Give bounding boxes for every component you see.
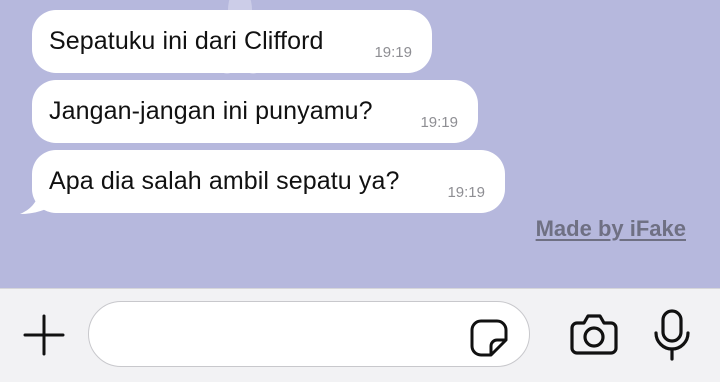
message-text: Apa dia salah ambil sepatu ya? <box>49 167 400 195</box>
message-bubble[interactable]: Jangan-jangan ini punyamu? 19:19 <box>32 80 478 143</box>
sticker-icon[interactable] <box>469 318 509 358</box>
message-text: Sepatuku ini dari Clifford <box>49 27 324 55</box>
plus-icon[interactable] <box>22 313 66 357</box>
message-input-bar <box>0 288 720 382</box>
message-bubble[interactable]: Sepatuku ini dari Clifford 19:19 <box>32 10 432 73</box>
message-input-field[interactable] <box>88 301 530 367</box>
watermark-link[interactable]: Made by iFake <box>536 216 686 242</box>
message-input[interactable] <box>109 316 453 354</box>
message-timestamp: 19:19 <box>374 44 412 61</box>
message-text: Jangan-jangan ini punyamu? <box>49 97 373 125</box>
chat-area: Sepatuku ini dari Clifford 19:19 Jangan-… <box>0 0 720 288</box>
message-timestamp: 19:19 <box>447 184 485 201</box>
message-timestamp: 19:19 <box>420 114 458 131</box>
camera-icon[interactable] <box>569 311 619 357</box>
message-bubble[interactable]: Apa dia salah ambil sepatu ya? 19:19 <box>32 150 505 213</box>
microphone-icon[interactable] <box>652 309 692 361</box>
